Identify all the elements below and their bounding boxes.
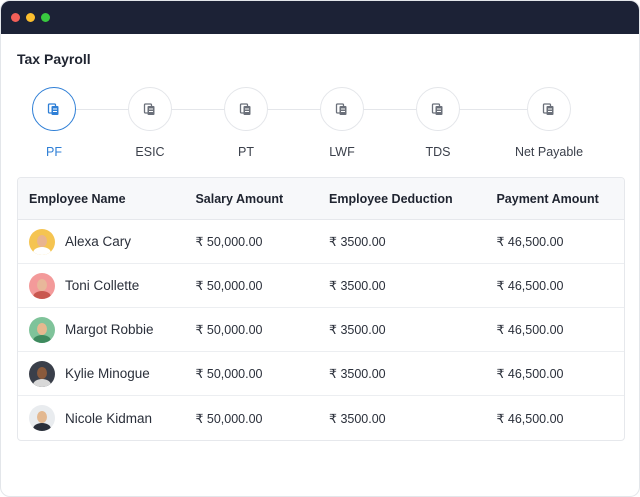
- column-header-employee-name[interactable]: Employee Name: [18, 192, 183, 206]
- avatar: [29, 228, 55, 255]
- document-stack-icon: [320, 87, 364, 131]
- avatar: [29, 272, 55, 299]
- tax-stepper: PF ESIC PT LWF TDS Net Payable: [14, 87, 625, 159]
- employee-deduction: ₹ 3500.00: [329, 235, 386, 249]
- salary-amount: ₹ 50,000.00: [195, 323, 263, 337]
- step-pf[interactable]: PF: [14, 87, 94, 159]
- document-stack-icon: [32, 87, 76, 131]
- employee-cell: Kylie Minogue: [18, 360, 183, 387]
- document-stack-icon: [527, 87, 571, 131]
- salary-amount: ₹ 50,000.00: [195, 235, 263, 249]
- step-net-payable[interactable]: Net Payable: [509, 87, 589, 159]
- minimize-window-button[interactable]: [26, 13, 35, 22]
- employee-deduction: ₹ 3500.00: [329, 279, 386, 293]
- payment-amount: ₹ 46,500.00: [496, 279, 564, 293]
- employee-cell: Alexa Cary: [18, 228, 183, 255]
- step-label: PF: [46, 145, 62, 159]
- employee-deduction: ₹ 3500.00: [329, 411, 386, 426]
- payment-amount: ₹ 46,500.00: [496, 323, 564, 337]
- step-label: LWF: [329, 145, 355, 159]
- document-stack-icon: [416, 87, 460, 131]
- employee-name: Alexa Cary: [65, 234, 132, 249]
- employee-name: Toni Collette: [65, 278, 140, 293]
- avatar: [29, 360, 55, 387]
- table-row[interactable]: Alexa Cary ₹ 50,000.00 ₹ 3500.00 ₹ 46,50…: [18, 220, 624, 264]
- maximize-window-button[interactable]: [41, 13, 50, 22]
- step-label: Net Payable: [514, 145, 584, 159]
- avatar: [29, 405, 55, 431]
- table-row[interactable]: Margot Robbie ₹ 50,000.00 ₹ 3500.00 ₹ 46…: [18, 308, 624, 352]
- step-label: PT: [238, 145, 254, 159]
- employee-cell: Toni Collette: [18, 272, 183, 299]
- avatar: [29, 316, 55, 343]
- step-label: TDS: [425, 145, 451, 159]
- employee-deduction: ₹ 3500.00: [329, 323, 386, 337]
- document-stack-icon: [128, 87, 172, 131]
- salary-amount: ₹ 50,000.00: [195, 279, 263, 293]
- salary-amount: ₹ 50,000.00: [195, 411, 263, 426]
- step-pt[interactable]: PT: [206, 87, 286, 159]
- document-stack-icon: [224, 87, 268, 131]
- close-window-button[interactable]: [11, 13, 20, 22]
- payment-amount: ₹ 46,500.00: [496, 367, 564, 381]
- payroll-table: Employee Name Salary Amount Employee Ded…: [17, 177, 625, 441]
- table-body: Alexa Cary ₹ 50,000.00 ₹ 3500.00 ₹ 46,50…: [18, 220, 624, 440]
- app-window: Tax Payroll PF ESIC PT LWF TDS Net Payab…: [0, 0, 640, 497]
- column-header-payment-amount[interactable]: Payment Amount: [484, 192, 624, 206]
- column-header-salary-amount[interactable]: Salary Amount: [183, 192, 317, 206]
- table-row[interactable]: Toni Collette ₹ 50,000.00 ₹ 3500.00 ₹ 46…: [18, 264, 624, 308]
- step-label: ESIC: [135, 145, 165, 159]
- salary-amount: ₹ 50,000.00: [195, 367, 263, 381]
- payment-amount: ₹ 46,500.00: [496, 411, 564, 426]
- table-header: Employee Name Salary Amount Employee Ded…: [18, 178, 624, 220]
- employee-cell: Margot Robbie: [18, 316, 183, 343]
- table-row[interactable]: Kylie Minogue ₹ 50,000.00 ₹ 3500.00 ₹ 46…: [18, 352, 624, 396]
- payment-amount: ₹ 46,500.00: [496, 235, 564, 249]
- table-row[interactable]: Nicole Kidman ₹ 50,000.00 ₹ 3500.00 ₹ 46…: [18, 396, 624, 440]
- page-title: Tax Payroll: [17, 51, 91, 67]
- step-lwf[interactable]: LWF: [302, 87, 382, 159]
- employee-cell: Nicole Kidman: [18, 405, 183, 431]
- employee-name: Kylie Minogue: [65, 366, 150, 381]
- employee-deduction: ₹ 3500.00: [329, 367, 386, 381]
- title-bar: [1, 1, 639, 34]
- step-tds[interactable]: TDS: [398, 87, 478, 159]
- employee-name: Nicole Kidman: [65, 410, 153, 426]
- employee-name: Margot Robbie: [65, 322, 154, 337]
- step-esic[interactable]: ESIC: [110, 87, 190, 159]
- column-header-employee-deduction[interactable]: Employee Deduction: [317, 192, 484, 206]
